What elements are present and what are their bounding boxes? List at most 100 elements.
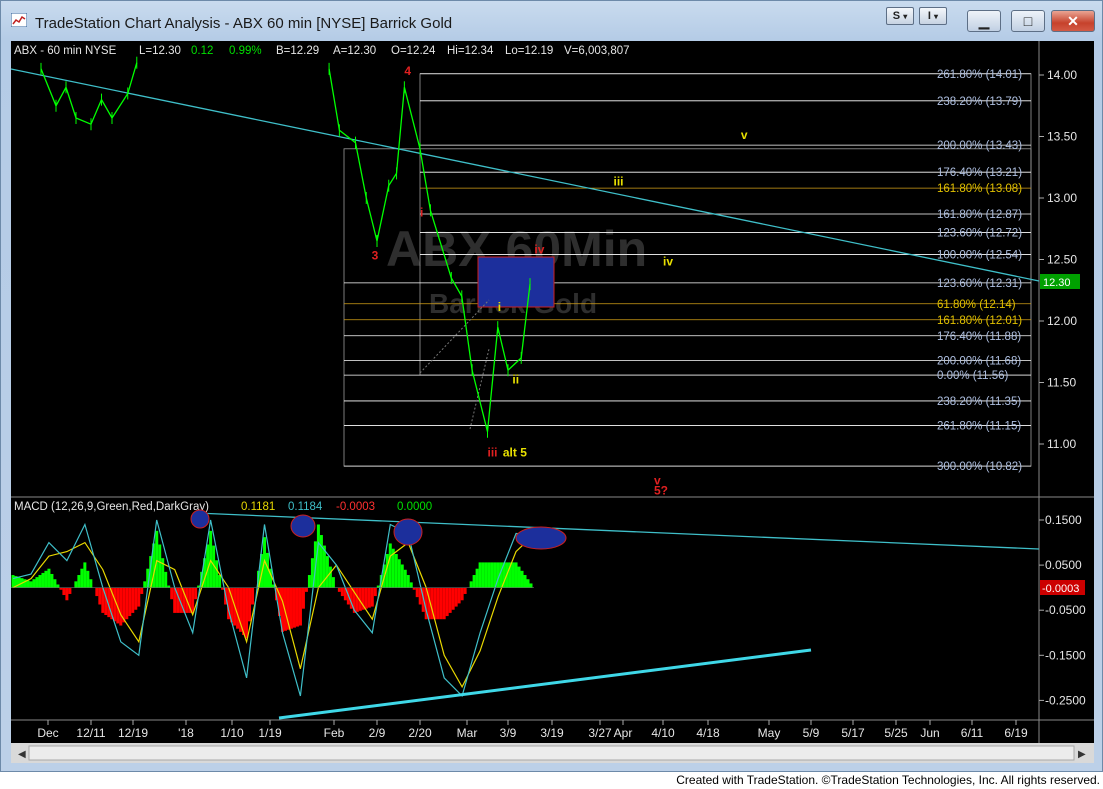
header-open: O=12.24 (391, 45, 436, 57)
last-price-tag-label: 12.30 (1043, 277, 1071, 289)
fib-level-label: 200.00% (13.43) (937, 140, 1022, 152)
price-axis-label: 13.00 (1047, 191, 1077, 205)
scroll-right-arrow[interactable]: ▶ (1078, 749, 1086, 760)
price-axis-label: 13.50 (1047, 130, 1077, 144)
fib-level-label: 200.00% (11.68) (937, 355, 1021, 367)
wave-label: i (498, 300, 501, 314)
chart-app-icon (11, 13, 27, 27)
price-axis-label: 11.00 (1047, 437, 1076, 451)
wave-label: ii (512, 373, 519, 387)
wave-iv-target-box (477, 256, 555, 308)
fib-level-label: 0.00% (11.56) (937, 370, 1009, 382)
style-menu-button[interactable]: S ▾ (886, 7, 914, 25)
time-axis-label: 5/9 (803, 726, 820, 740)
time-axis-label: 4/10 (651, 726, 675, 740)
fib-level-label: 123.60% (12.31) (937, 278, 1022, 290)
wave-label: iv (663, 255, 673, 269)
macd-value-3: -0.0003 (336, 501, 375, 513)
macd-peak-marker (515, 526, 567, 550)
macd-value-1: 0.1181 (241, 501, 275, 513)
macd-value-2: 0.1184 (288, 501, 323, 513)
time-axis-label: Mar (457, 726, 478, 740)
time-axis-label: 12/19 (118, 726, 148, 740)
price-axis-label: 14.00 (1047, 68, 1077, 82)
header-volume: V=6,003,807 (564, 45, 630, 57)
header-symbol: ABX - 60 min NYSE (14, 45, 117, 57)
time-axis-label: 2/9 (369, 726, 386, 740)
macd-axis-label: 0.0500 (1045, 558, 1082, 572)
scroll-left-arrow[interactable]: ◀ (18, 749, 26, 760)
tradestation-window: TradeStation Chart Analysis - ABX 60 min… (0, 0, 1103, 772)
wave-label: i (420, 205, 423, 219)
time-axis-label: 2/20 (408, 726, 432, 740)
time-axis-label: 1/19 (258, 726, 282, 740)
fib-level-label: 161.80% (13.08) (937, 183, 1022, 195)
time-axis-label: 3/9 (500, 726, 517, 740)
macd-axis-label: -0.0500 (1045, 603, 1086, 617)
fib-level-label: 161.80% (12.01) (937, 315, 1022, 327)
header-high: Hi=12.34 (447, 45, 494, 57)
time-axis-label: 6/11 (961, 726, 984, 740)
time-axis-label: '18 (178, 726, 194, 740)
fib-level-label: 261.80% (14.01) (937, 69, 1022, 81)
wave-label: 5? (654, 483, 668, 497)
footer: Created with TradeStation. ©TradeStation… (0, 772, 1103, 789)
fib-level-label: 176.40% (13.21) (937, 167, 1022, 179)
time-axis-label: May (758, 726, 781, 740)
fib-level-label: 176.40% (11.88) (937, 331, 1021, 343)
macd-value-4: 0.0000 (397, 501, 432, 513)
wave-label: iii (488, 445, 498, 459)
macd-peak-marker (290, 514, 316, 538)
fib-level-label: 238.20% (13.79) (937, 96, 1022, 108)
close-button[interactable]: ✕ (1051, 10, 1095, 32)
close-icon: ✕ (1067, 13, 1079, 29)
macd-axis-label: -0.2500 (1045, 693, 1086, 707)
macd-peak-marker (393, 518, 423, 546)
header-change: 0.12 (191, 45, 213, 57)
price-axis-label: 12.00 (1047, 314, 1077, 328)
macd-last-value-label: -0.0003 (1042, 583, 1079, 595)
wave-label: v (741, 128, 748, 142)
dropdown-arrow-icon: ▾ (934, 12, 939, 21)
fib-level-label: 123.60% (12.72) (937, 227, 1022, 239)
header-bid: B=12.29 (276, 45, 319, 57)
time-axis-label: 12/11 (76, 726, 105, 740)
time-axis-label: 1/10 (220, 726, 244, 740)
chart-area[interactable]: ◀ ▶ ABX 60Min Barrick Gold 261.80% (14.0… (11, 41, 1094, 763)
time-axis-label: Apr (614, 726, 633, 740)
time-axis-label: 5/17 (841, 726, 865, 740)
dropdown-arrow-icon: ▾ (903, 12, 908, 21)
time-axis-label: 6/19 (1004, 726, 1028, 740)
indicator-menu-button[interactable]: I ▾ (919, 7, 947, 25)
price-axis-label: 12.50 (1047, 253, 1077, 267)
title-bar[interactable]: TradeStation Chart Analysis - ABX 60 min… (1, 1, 1102, 39)
fib-level-label: 261.80% (11.15) (937, 421, 1021, 433)
wave-label: iv (534, 242, 544, 256)
fib-level-label: 100.00% (12.54) (937, 250, 1022, 262)
macd-axis-label: -0.1500 (1045, 648, 1086, 662)
style-menu-label: S (892, 10, 901, 22)
header-percent: 0.99% (229, 45, 262, 57)
fib-level-label: 161.80% (12.87) (937, 209, 1022, 221)
time-axis-label: 5/25 (884, 726, 908, 740)
wave-label: alt 5 (503, 445, 527, 459)
header-ask: A=12.30 (333, 45, 376, 57)
time-axis-label: Dec (37, 726, 58, 740)
minimize-button[interactable]: ▁ (967, 10, 1001, 32)
header-last: L=12.30 (139, 45, 181, 57)
wave-label: iii (614, 175, 624, 189)
maximize-icon: □ (1023, 13, 1033, 29)
time-axis-label: 3/19 (540, 726, 564, 740)
time-axis-label: Jun (920, 726, 939, 740)
fib-level-label: 300.00% (10.82) (937, 461, 1022, 473)
minimize-icon: ▁ (978, 13, 990, 29)
maximize-button[interactable]: □ (1011, 10, 1045, 32)
window-title: TradeStation Chart Analysis - ABX 60 min… (35, 15, 453, 32)
price-axis-label: 11.50 (1047, 376, 1076, 390)
chart-canvas[interactable]: ◀ ▶ ABX 60Min Barrick Gold 261.80% (14.0… (11, 41, 1094, 763)
copyright-credit: Created with TradeStation. ©TradeStation… (676, 773, 1100, 787)
time-axis-label: 3/27 (588, 726, 612, 740)
macd-axis-label: 0.1500 (1045, 513, 1082, 527)
macd-title: MACD (12,26,9,Green,Red,DarkGray) (14, 501, 209, 513)
time-axis-label: Feb (324, 726, 345, 740)
